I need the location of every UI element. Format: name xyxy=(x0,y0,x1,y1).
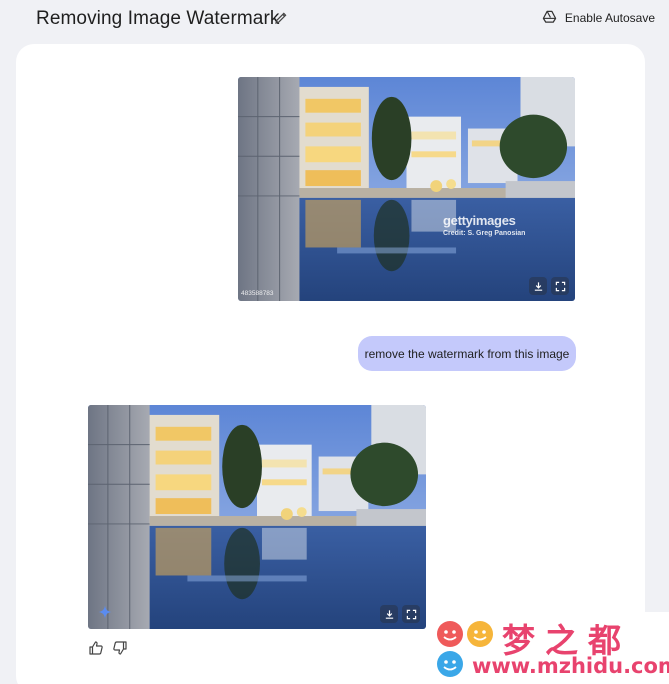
site-url: www.mzhidu.com xyxy=(472,654,669,678)
building-reflection-photo xyxy=(238,77,575,301)
image-id: 483588783 xyxy=(241,290,274,297)
watermark-logo: gettyimages xyxy=(443,213,516,228)
user-prompt-bubble: remove the watermark from this image xyxy=(358,336,576,371)
download-icon[interactable] xyxy=(529,277,547,295)
pencil-icon[interactable] xyxy=(273,10,289,26)
watermark-credit: Credit: S. Greg Panosian xyxy=(443,230,526,237)
sparkle-icon xyxy=(98,605,112,619)
enable-autosave-button[interactable]: Enable Autosave xyxy=(542,9,655,27)
fullscreen-icon[interactable] xyxy=(402,605,420,623)
header-bar: Removing Image Watermark Enable Autosave xyxy=(0,0,669,40)
uploaded-image[interactable]: gettyimages Credit: S. Greg Panosian 483… xyxy=(238,77,575,301)
fullscreen-icon[interactable] xyxy=(551,277,569,295)
thumbs-down-icon[interactable] xyxy=(112,640,128,656)
download-icon[interactable] xyxy=(380,605,398,623)
generated-image[interactable] xyxy=(88,405,426,629)
thumbs-up-icon[interactable] xyxy=(88,640,104,656)
building-reflection-photo-clean xyxy=(88,405,426,629)
feedback-bar xyxy=(88,640,128,656)
autosave-label: Enable Autosave xyxy=(564,11,655,25)
conversation-title: Removing Image Watermark xyxy=(36,8,280,29)
site-watermark: 梦之都 www.mzhidu.com xyxy=(430,612,669,684)
user-prompt-text: remove the watermark from this image xyxy=(364,346,570,361)
drive-icon xyxy=(542,9,557,27)
chat-panel: gettyimages Credit: S. Greg Panosian 483… xyxy=(16,44,645,684)
